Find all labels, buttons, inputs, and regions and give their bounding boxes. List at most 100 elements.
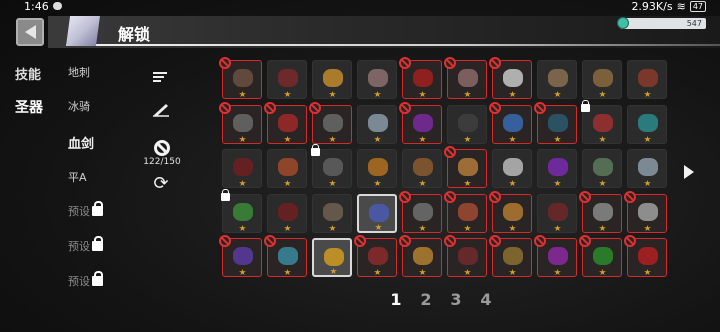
star-icon	[329, 225, 336, 231]
item-slot[interactable]	[444, 191, 487, 233]
lock-icon	[311, 144, 320, 156]
nav-tab-skills[interactable]: 技能	[15, 64, 41, 83]
star-icon	[284, 225, 291, 231]
preset-tab-locked-1[interactable]: 预设	[68, 201, 103, 219]
item-slot[interactable]	[534, 235, 577, 277]
banned-icon	[624, 191, 636, 203]
item-slot[interactable]	[447, 105, 487, 144]
item-slot[interactable]	[312, 60, 352, 99]
preset-tab-4[interactable]: 平A	[68, 169, 87, 185]
star-icon	[419, 136, 426, 142]
star-icon	[644, 136, 651, 142]
item-slot[interactable]	[492, 149, 532, 188]
item-slot[interactable]	[534, 102, 577, 144]
preset-tab-locked-2[interactable]: 预设	[68, 236, 103, 254]
item-slot[interactable]	[221, 189, 262, 233]
preset-label: 预设	[68, 275, 90, 288]
item-slot[interactable]	[357, 194, 397, 233]
item-slot[interactable]	[627, 149, 667, 188]
page-3-button[interactable]: 3	[450, 290, 462, 309]
preset-tab-3[interactable]: 血剑	[68, 133, 94, 152]
star-icon	[509, 180, 516, 186]
nav-tab-artifacts[interactable]: 圣器	[15, 97, 43, 117]
edit-button[interactable]	[151, 99, 171, 119]
gem-counter: 547	[617, 17, 706, 29]
item-slot[interactable]	[312, 194, 352, 233]
item-slot[interactable]	[444, 57, 487, 99]
ban-button[interactable]	[152, 138, 172, 158]
banned-icon	[444, 235, 456, 247]
item-slot[interactable]	[399, 235, 442, 277]
banned-icon	[534, 102, 546, 114]
item-slot[interactable]	[627, 105, 667, 144]
item-slot[interactable]	[399, 57, 442, 99]
item-slot[interactable]	[264, 235, 307, 277]
item-slot[interactable]	[219, 235, 262, 277]
page-1-button[interactable]: 1	[390, 290, 402, 309]
star-icon	[509, 269, 516, 275]
preset-tab-1[interactable]: 地刺	[68, 64, 90, 80]
item-slot[interactable]	[219, 102, 262, 144]
item-slot[interactable]	[444, 235, 487, 277]
refresh-button[interactable]: ⟳	[151, 173, 171, 194]
item-slot[interactable]	[311, 144, 352, 188]
item-slot[interactable]	[581, 100, 622, 144]
star-icon	[554, 91, 561, 97]
item-slot[interactable]	[537, 194, 577, 233]
gem-count: 547	[686, 19, 702, 28]
item-slot[interactable]	[579, 235, 622, 277]
lock-icon	[581, 100, 590, 112]
banned-icon	[579, 191, 591, 203]
item-icon	[323, 158, 343, 176]
back-button[interactable]	[16, 18, 44, 46]
page-2-button[interactable]: 2	[420, 290, 432, 309]
item-slot[interactable]	[399, 191, 442, 233]
star-icon	[509, 136, 516, 142]
item-slot[interactable]	[357, 149, 397, 188]
item-slot[interactable]	[402, 149, 442, 188]
item-slot[interactable]	[267, 60, 307, 99]
item-slot[interactable]	[264, 102, 307, 144]
item-slot[interactable]	[267, 194, 307, 233]
star-icon	[509, 91, 516, 97]
preset-tab-2[interactable]: 冰骑	[68, 98, 90, 114]
item-slot[interactable]	[357, 60, 397, 99]
item-slot[interactable]	[582, 60, 622, 99]
item-slot[interactable]	[312, 238, 352, 277]
star-icon	[644, 180, 651, 186]
item-slot[interactable]	[579, 191, 622, 233]
item-slot[interactable]	[267, 149, 307, 188]
item-slot[interactable]	[537, 149, 577, 188]
item-slot[interactable]	[399, 102, 442, 144]
banned-icon	[579, 235, 591, 247]
next-page-arrow-icon[interactable]	[684, 165, 694, 179]
banned-icon	[489, 102, 501, 114]
star-icon	[239, 269, 246, 275]
page-4-button[interactable]: 4	[480, 290, 492, 309]
sort-button[interactable]	[152, 67, 172, 87]
item-slot[interactable]	[309, 102, 352, 144]
star-icon	[329, 91, 336, 97]
item-slot[interactable]	[489, 235, 532, 277]
item-slot[interactable]	[219, 57, 262, 99]
item-slot[interactable]	[489, 191, 532, 233]
item-slot[interactable]	[582, 149, 622, 188]
item-slot[interactable]	[537, 60, 577, 99]
star-icon	[419, 269, 426, 275]
item-slot[interactable]	[222, 149, 262, 188]
preset-label: 冰骑	[68, 100, 90, 113]
item-slot[interactable]	[624, 235, 667, 277]
item-slot[interactable]	[357, 105, 397, 144]
star-icon	[509, 225, 516, 231]
preset-label: 预设	[68, 205, 90, 218]
item-icon	[458, 114, 478, 132]
item-slot[interactable]	[627, 60, 667, 99]
item-slot[interactable]	[444, 146, 487, 188]
chat-notification-icon	[53, 2, 62, 10]
star-icon	[239, 225, 246, 231]
item-slot[interactable]	[624, 191, 667, 233]
item-slot[interactable]	[489, 102, 532, 144]
preset-tab-locked-3[interactable]: 预设	[68, 271, 103, 289]
item-slot[interactable]	[354, 235, 397, 277]
item-slot[interactable]	[489, 57, 532, 99]
